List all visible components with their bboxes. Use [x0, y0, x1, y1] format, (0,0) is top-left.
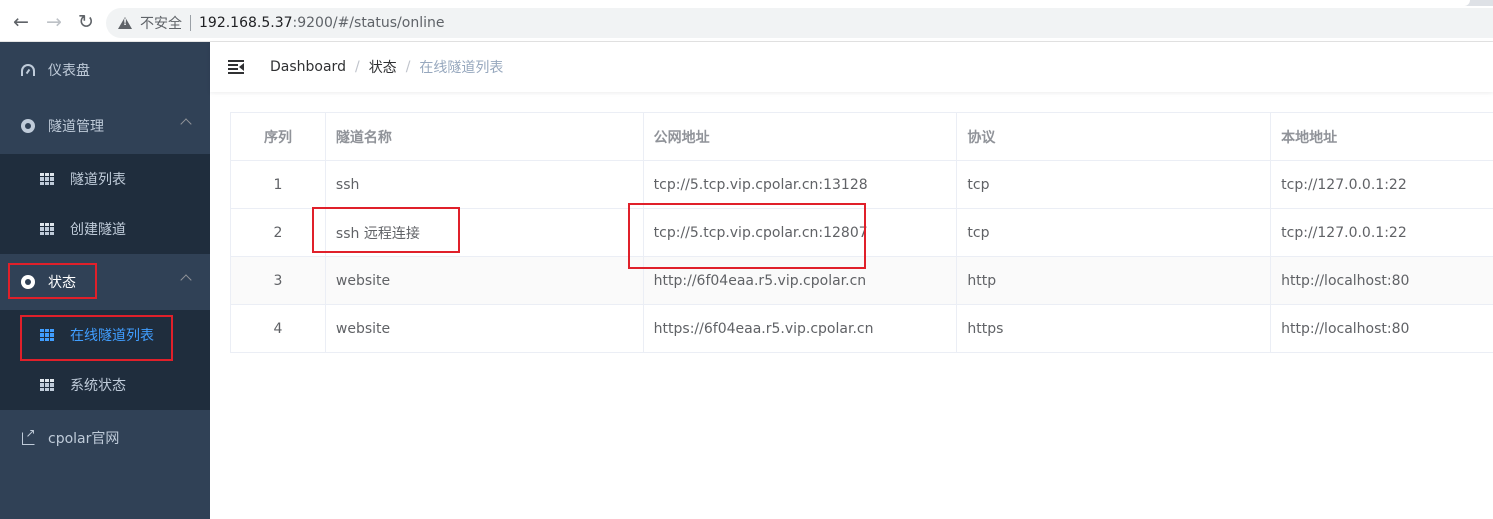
table-icon	[40, 173, 54, 185]
table-cell: website	[326, 305, 644, 352]
sidebar-item-label: 隧道管理	[48, 119, 104, 135]
column-header-index: 序列	[231, 113, 326, 160]
active-tab-edge	[0, 0, 1470, 6]
sidebar-item-system-status[interactable]: 系统状态	[0, 360, 210, 410]
breadcrumb-dashboard[interactable]: Dashboard	[270, 59, 346, 75]
table-cell: https://6f04eaa.r5.vip.cpolar.cn	[644, 305, 958, 352]
sidebar-item-tunnel-list[interactable]: 隧道列表	[0, 154, 210, 204]
sidebar-item-tunnel-management[interactable]: 隧道管理	[0, 98, 210, 154]
address-separator	[190, 15, 191, 31]
breadcrumb-online-tunnels: 在线隧道列表	[419, 60, 504, 76]
url-path: :9200/#/status/online	[292, 15, 445, 31]
external-link-icon	[20, 426, 36, 445]
circle-icon	[20, 119, 36, 133]
annotation-box-tunnel-name	[312, 207, 460, 253]
url-host: 192.168.5.37	[199, 15, 293, 31]
table-cell: https	[957, 305, 1272, 352]
column-header-public-url: 公网地址	[644, 113, 958, 160]
sidebar-item-dashboard[interactable]: 仪表盘	[0, 42, 210, 98]
annotation-box-status	[8, 263, 97, 299]
table-cell: 3	[231, 257, 326, 304]
table-cell: tcp://127.0.0.1:22	[1281, 176, 1407, 193]
annotation-box-online-tunnels	[20, 315, 173, 361]
back-arrow-icon[interactable]: ←	[10, 11, 32, 33]
hamburger-icon[interactable]	[228, 60, 244, 74]
sidebar-item-create-tunnel[interactable]: 创建隧道	[0, 204, 210, 254]
sidebar-item-label: 系统状态	[70, 378, 126, 394]
table-icon	[40, 379, 54, 391]
breadcrumb: Dashboard / 状态 / 在线隧道列表	[270, 57, 503, 77]
table-icon	[40, 223, 54, 235]
submenu-tunnel-management: 隧道列表 创建隧道	[0, 154, 210, 254]
table-cell: tcp://127.0.0.1:22	[1281, 224, 1407, 241]
table-row: 4 website https://6f04eaa.r5.vip.cpolar.…	[231, 305, 1493, 353]
annotation-box-public-url	[628, 203, 866, 269]
table-cell: tcp	[957, 209, 1272, 256]
table-cell: ssh	[326, 161, 644, 208]
chevron-up-icon	[180, 118, 192, 130]
sidebar-item-cpolar-website[interactable]: cpolar官网	[0, 410, 210, 466]
table-cell: tcp://5.tcp.vip.cpolar.cn:13128	[644, 161, 958, 208]
breadcrumb-separator: /	[354, 59, 360, 75]
table-row: 1 ssh tcp://5.tcp.vip.cpolar.cn:13128 tc…	[231, 161, 1493, 209]
table-cell: http://localhost:80	[1281, 320, 1410, 337]
table-cell: 1	[231, 161, 326, 208]
breadcrumb-status[interactable]: 状态	[369, 57, 397, 77]
breadcrumb-separator: /	[405, 59, 411, 75]
warning-icon	[118, 17, 132, 29]
reload-icon[interactable]: ↻	[75, 11, 97, 33]
column-header-local-address: 本地地址	[1281, 129, 1338, 146]
forward-arrow-icon[interactable]: →	[43, 11, 65, 33]
table-cell: http://localhost:80	[1281, 272, 1410, 289]
sidebar-item-label: 隧道列表	[70, 172, 126, 188]
column-header-protocol: 协议	[957, 113, 1272, 160]
column-header-name: 隧道名称	[326, 113, 644, 160]
dashboard-icon	[20, 64, 36, 76]
address-bar[interactable]: 不安全 192.168.5.37 :9200/#/status/online	[106, 8, 1493, 38]
browser-toolbar: ← → ↻ 不安全 192.168.5.37 :9200/#/status/on…	[0, 0, 1493, 42]
insecure-label[interactable]: 不安全	[140, 13, 182, 33]
sidebar-item-label: 创建隧道	[70, 222, 126, 238]
chevron-up-icon	[180, 274, 192, 286]
navbar: Dashboard / 状态 / 在线隧道列表	[210, 42, 1493, 92]
sidebar-item-label: cpolar官网	[48, 431, 120, 447]
table-cell: 4	[231, 305, 326, 352]
table-cell: http	[957, 257, 1272, 304]
table-cell: tcp	[957, 161, 1272, 208]
table-cell: website	[326, 257, 644, 304]
table-header-row: 序列 隧道名称 公网地址 协议 本地地址	[231, 113, 1493, 161]
sidebar-item-label: 仪表盘	[48, 63, 90, 79]
